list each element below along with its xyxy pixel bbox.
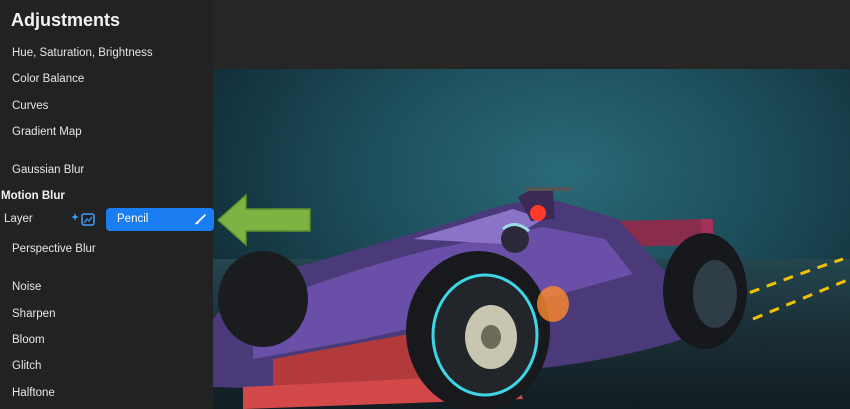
menu-item-hue-saturation-brightness[interactable]: Hue, Saturation, Brightness (12, 47, 153, 59)
pencil-icon (195, 214, 206, 225)
menu-item-color-balance[interactable]: Color Balance (12, 73, 84, 85)
pencil-mode-button[interactable]: Pencil (106, 208, 214, 231)
menu-item-sharpen[interactable]: Sharpen (12, 308, 55, 320)
menu-item-motion-blur[interactable]: Motion Blur (1, 190, 65, 202)
pencil-mode-label: Pencil (117, 213, 149, 225)
menu-item-halftone[interactable]: Halftone (12, 387, 55, 399)
menu-item-bloom[interactable]: Bloom (12, 334, 45, 346)
menu-item-glitch[interactable]: Glitch (12, 360, 41, 372)
menu-item-noise[interactable]: Noise (12, 281, 41, 293)
layer-mode-label[interactable]: Layer (4, 213, 33, 225)
adjustments-panel: Adjustments Hue, Saturation, Brightness … (0, 0, 214, 409)
menu-item-perspective-blur[interactable]: Perspective Blur (12, 243, 96, 255)
panel-title: Adjustments (11, 10, 121, 30)
green-pointer-arrow-icon (216, 193, 311, 247)
menu-item-gradient-map[interactable]: Gradient Map (12, 126, 82, 138)
menu-item-gaussian-blur[interactable]: Gaussian Blur (12, 164, 84, 176)
layer-sparkle-icon[interactable] (72, 211, 96, 227)
menu-item-curves[interactable]: Curves (12, 100, 48, 112)
motion-blur-mode-row: Layer Pencil (0, 206, 214, 232)
